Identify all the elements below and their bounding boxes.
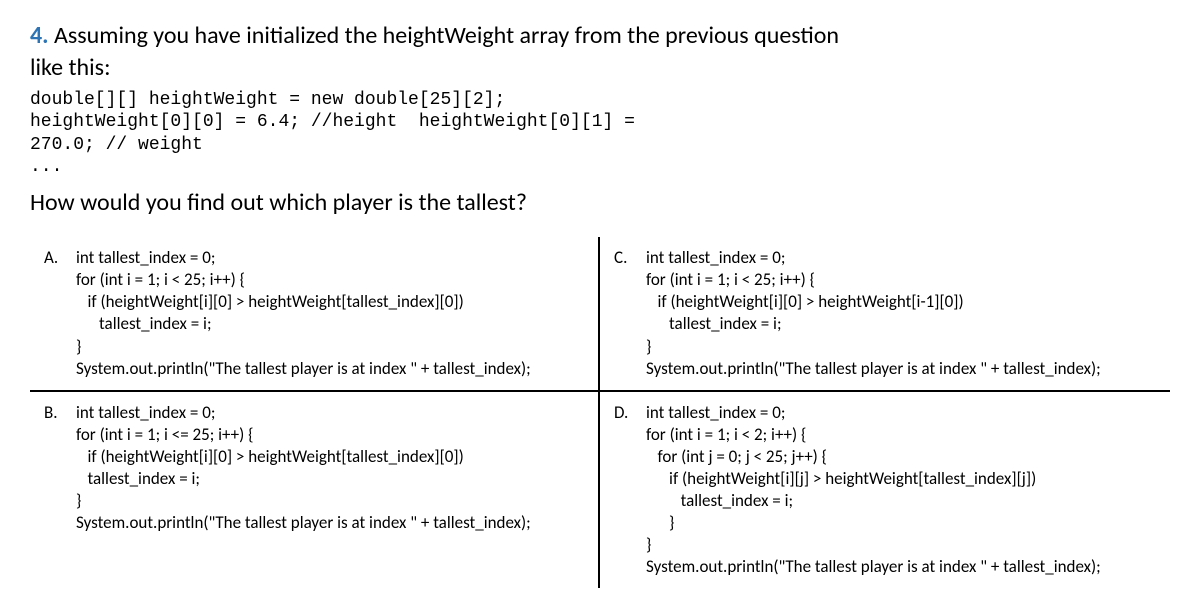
option-code: int tallest_index = 0; for (int i = 1; i…: [76, 247, 531, 380]
question-prompt: 4. Assuming you have initialized the hei…: [30, 20, 1170, 85]
option-letter: C.: [614, 247, 632, 269]
option-letter: A.: [44, 247, 62, 269]
prompt-text-2: like this:: [30, 53, 110, 82]
option-letter: B.: [44, 402, 62, 424]
option-code: int tallest_index = 0; for (int i = 1; i…: [646, 402, 1101, 579]
question-number: 4.: [30, 21, 49, 50]
prompt-text-1: Assuming you have initialized the height…: [49, 21, 839, 50]
answer-grid: A. int tallest_index = 0; for (int i = 1…: [30, 237, 1170, 588]
option-letter: D.: [614, 402, 632, 424]
option-d[interactable]: D. int tallest_index = 0; for (int i = 1…: [600, 392, 1170, 589]
code-line-4: ...: [30, 157, 62, 177]
option-code: int tallest_index = 0; for (int i = 1; i…: [646, 247, 1101, 380]
option-c[interactable]: C. int tallest_index = 0; for (int i = 1…: [600, 237, 1170, 392]
code-line-3: 270.0; // weight: [30, 135, 203, 155]
question-followup: How would you find out which player is t…: [30, 187, 1170, 219]
code-line-1: double[][] heightWeight = new double[25]…: [30, 90, 505, 110]
option-code: int tallest_index = 0; for (int i = 1; i…: [76, 402, 531, 535]
option-a[interactable]: A. int tallest_index = 0; for (int i = 1…: [30, 237, 600, 392]
option-b[interactable]: B. int tallest_index = 0; for (int i = 1…: [30, 392, 600, 589]
code-line-2: heightWeight[0][0] = 6.4; //height heigh…: [30, 112, 635, 132]
code-block: double[][] heightWeight = new double[25]…: [30, 89, 1170, 179]
